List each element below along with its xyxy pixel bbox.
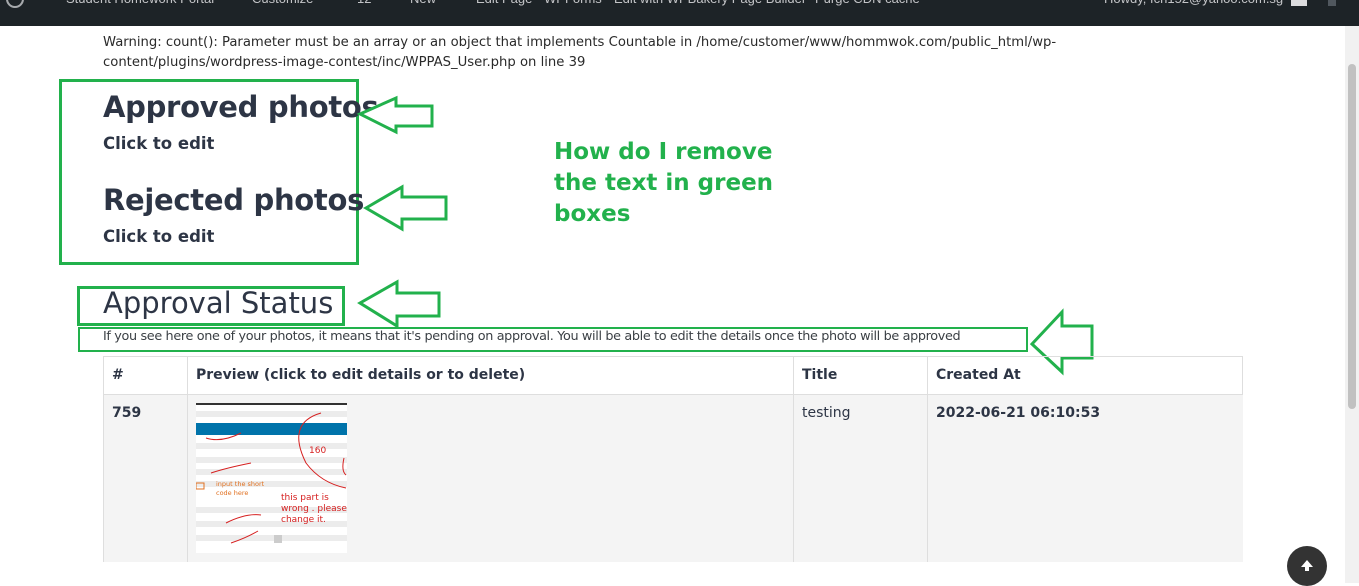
col-header-preview: Preview (click to edit details or to del… (196, 367, 526, 383)
thumbnail-red-text: this part is wrong . please change it. (281, 493, 347, 525)
col-header-title: Title (802, 367, 838, 383)
col-header-id: # (112, 367, 124, 383)
row-title: testing (794, 395, 927, 562)
approval-table: # Preview (click to edit details or to d… (103, 356, 1243, 562)
row-created-at: 2022-06-21 06:10:53 (928, 395, 1243, 562)
thumbnail-number: 160 (309, 446, 327, 456)
arrow-left-icon (357, 279, 441, 329)
col-header-created: Created At (936, 367, 1021, 383)
arrow-left-icon (363, 184, 448, 232)
thumbnail-orange-text: input the short code here (216, 480, 265, 497)
arrow-left-icon (356, 95, 434, 135)
row-id: 759 (104, 395, 187, 562)
photo-preview-thumbnail[interactable]: input the short code here this part is w… (196, 403, 347, 553)
scroll-to-top-button[interactable] (1287, 546, 1327, 586)
arrow-up-icon (1301, 560, 1313, 571)
